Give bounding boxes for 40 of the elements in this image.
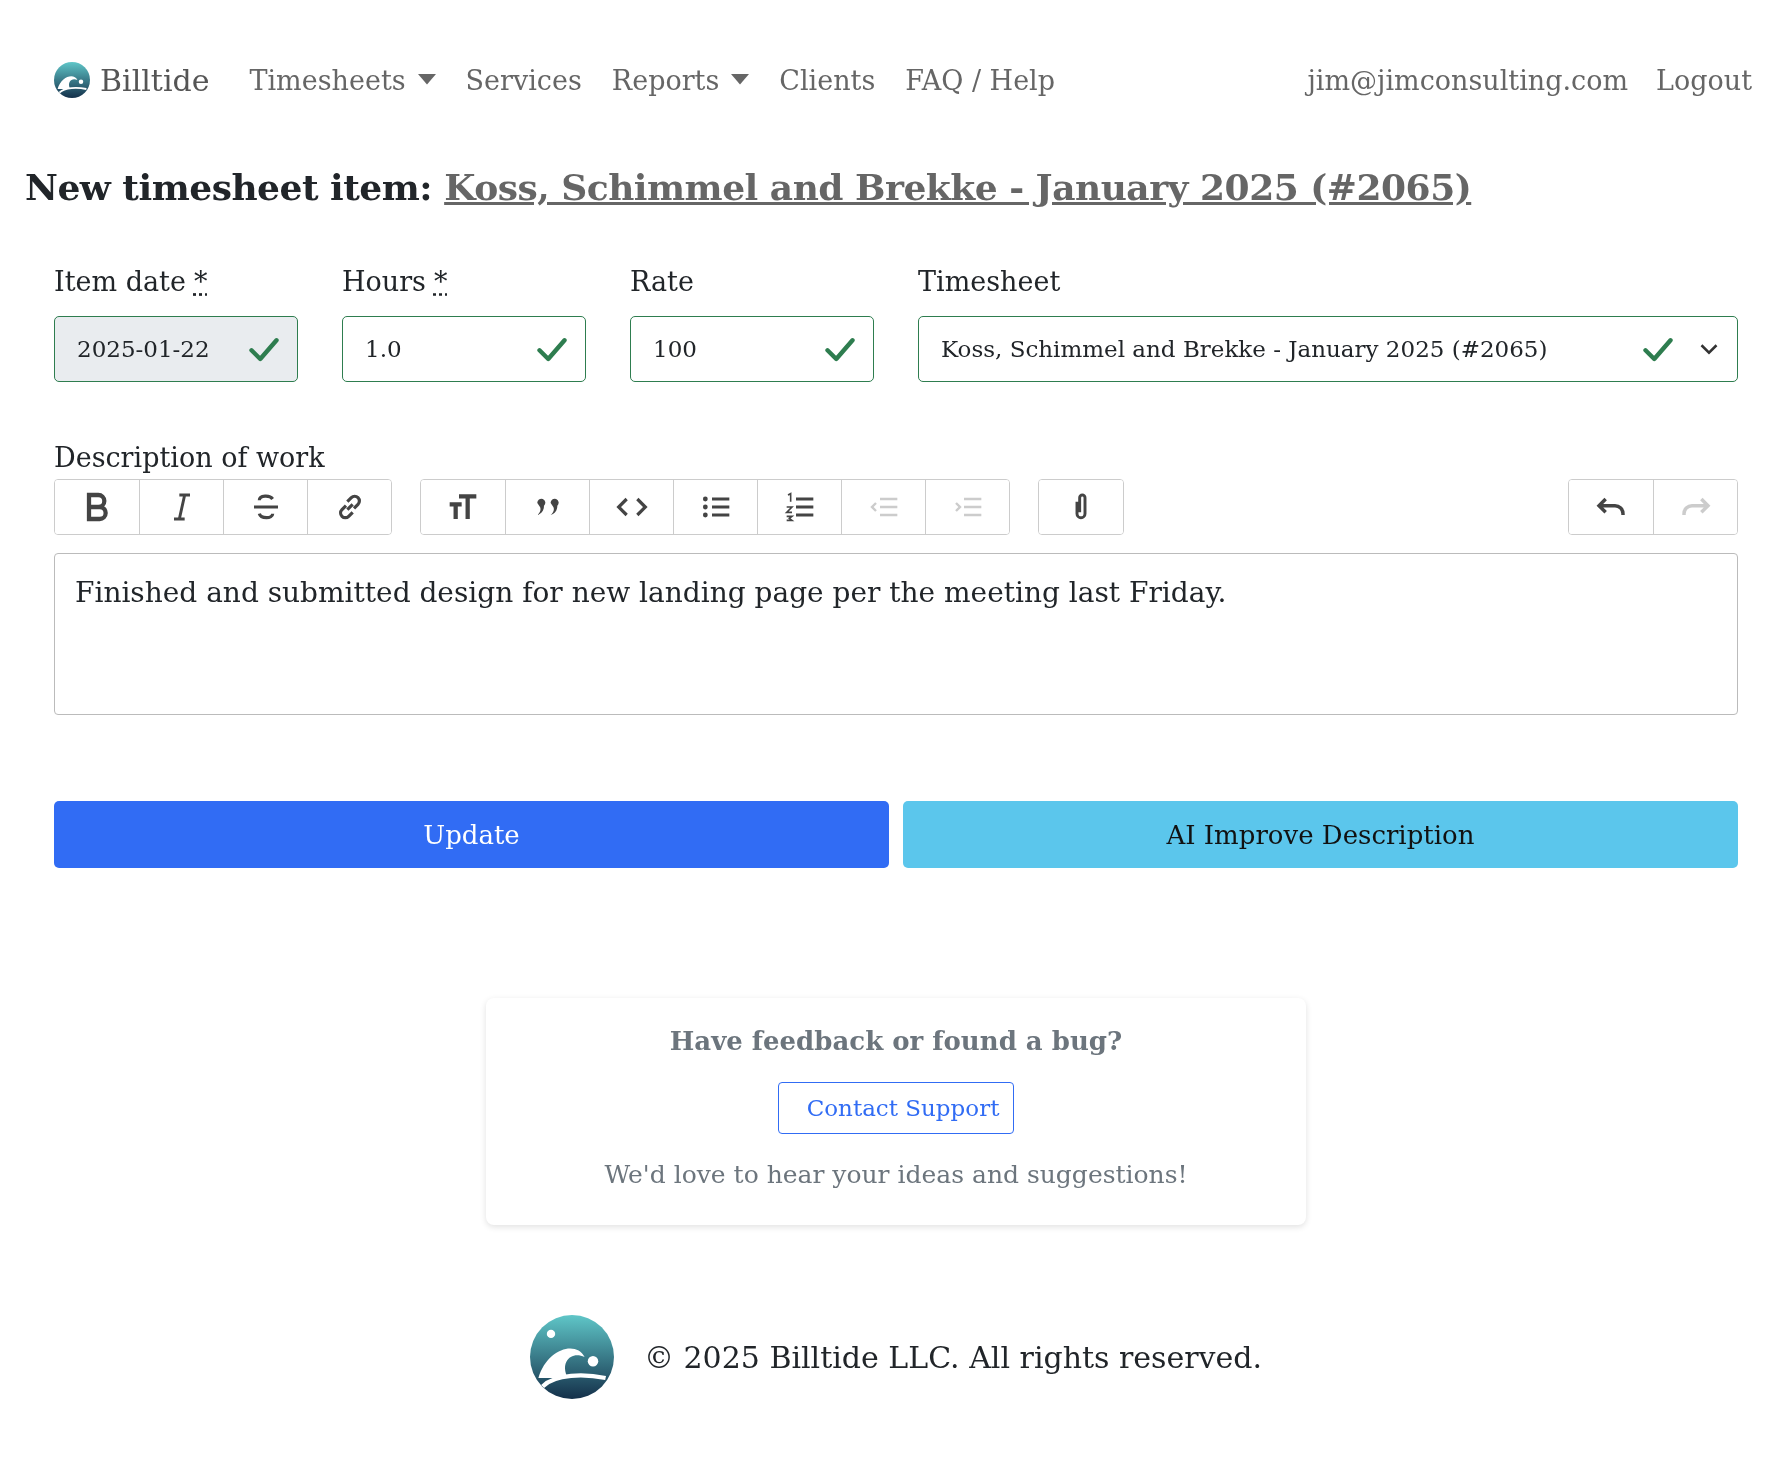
timesheet-link[interactable]: Koss, Schimmel and Brekke - January 2025 (#2065) bbox=[444, 166, 1472, 208]
logout-link[interactable]: Logout bbox=[1656, 64, 1752, 96]
nav-link[interactable]: Reports bbox=[611, 64, 750, 96]
wave-logo-icon bbox=[529, 1315, 614, 1399]
field-label: Rate bbox=[630, 266, 694, 299]
nav-link[interactable]: Timesheets bbox=[249, 64, 436, 96]
nav-link[interactable]: Clients bbox=[779, 64, 876, 96]
numbered-list-icon bbox=[783, 491, 816, 523]
check-icon bbox=[825, 336, 855, 362]
required-mark: * bbox=[433, 266, 448, 299]
nav-link[interactable]: FAQ / Help bbox=[905, 64, 1056, 96]
link-button[interactable] bbox=[307, 480, 391, 534]
field-label: Description of work bbox=[54, 442, 326, 473]
page-title: New timesheet item: bbox=[25, 166, 433, 208]
user-email-link[interactable]: jim@jimconsulting.com bbox=[1307, 64, 1629, 96]
check-icon bbox=[537, 336, 567, 362]
field-label: Hours bbox=[342, 266, 426, 299]
field-label: Timesheet bbox=[918, 266, 1061, 299]
feedback-note: We'd love to hear your ideas and suggestions! bbox=[604, 1160, 1188, 1189]
required-mark: * bbox=[193, 266, 208, 299]
contact-support-button[interactable]: Contact Support bbox=[777, 1082, 1015, 1134]
caret-icon bbox=[731, 74, 750, 86]
field-label: Item date bbox=[54, 266, 186, 299]
improve-description-button[interactable]: AI Improve Description bbox=[903, 801, 1738, 868]
timesheet-select[interactable]: Koss, Schimmel and Brekke - January 2025 (#2065) bbox=[918, 316, 1738, 382]
check-icon bbox=[249, 336, 279, 362]
input-field[interactable]: 2025-01-22 bbox=[54, 316, 298, 382]
chevron-down-icon bbox=[1699, 342, 1719, 356]
input-field[interactable]: 100 bbox=[630, 316, 874, 382]
feedback-heading: Have feedback or found a bug? bbox=[669, 1026, 1123, 1056]
brand-link[interactable]: Billtide bbox=[100, 62, 210, 98]
update-button[interactable]: Update bbox=[54, 801, 889, 868]
paperclip-button[interactable] bbox=[1039, 480, 1123, 534]
wave-logo-icon[interactable] bbox=[54, 62, 90, 98]
check-icon bbox=[1643, 336, 1673, 362]
copyright-text: © 2025 Billtide LLC. All rights reserved. bbox=[643, 1339, 1263, 1375]
caret-icon bbox=[417, 74, 436, 86]
nav-link[interactable]: Services bbox=[465, 64, 582, 96]
input-field[interactable]: 1.0 bbox=[342, 316, 586, 382]
description-editor[interactable]: Finished and submitted design for new landing page per the meeting last Friday. bbox=[54, 553, 1738, 715]
